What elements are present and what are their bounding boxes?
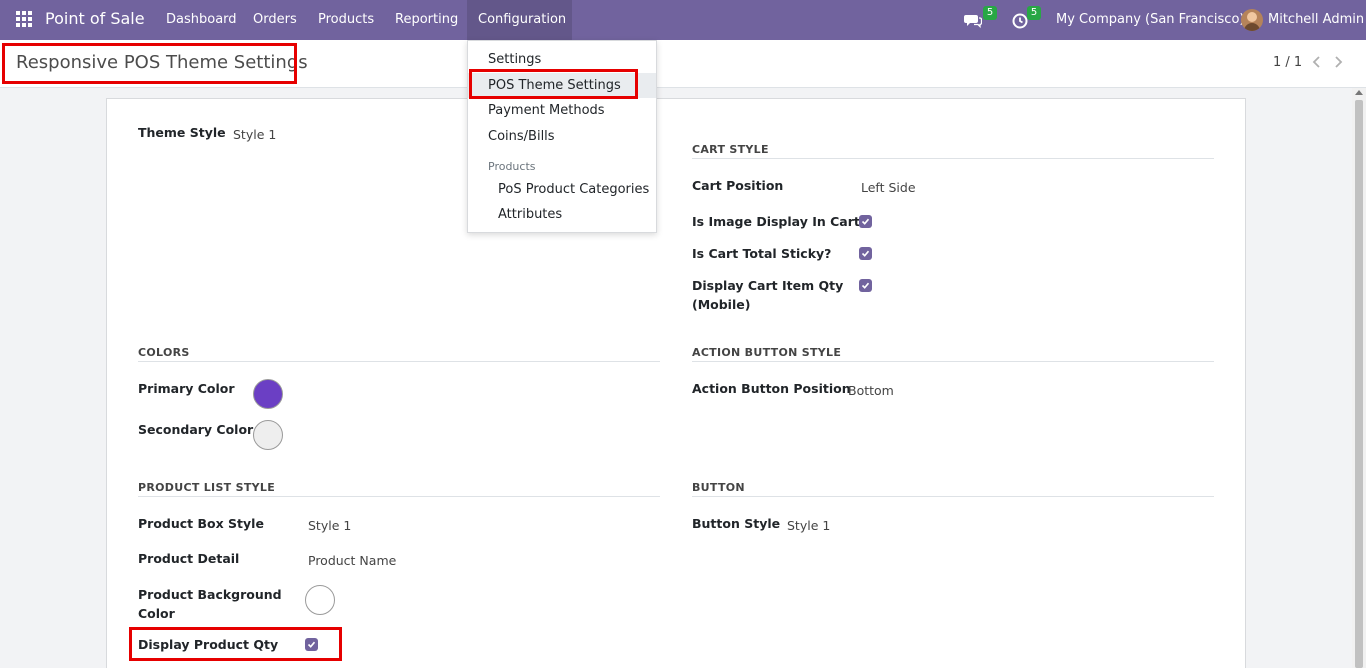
product-bg-color-swatch[interactable] <box>305 585 335 615</box>
action-button-position-label: Action Button Position <box>692 381 851 396</box>
cart-item-qty-label-line2: (Mobile) <box>692 297 751 312</box>
colors-divider <box>138 361 660 362</box>
primary-color-label: Primary Color <box>138 381 235 396</box>
product-detail-field[interactable]: Product Name <box>308 553 396 568</box>
button-style-field[interactable]: Style 1 <box>787 518 830 533</box>
secondary-color-swatch[interactable] <box>253 420 283 450</box>
title-highlight-box <box>2 43 297 84</box>
cart-style-divider <box>692 158 1214 159</box>
dropdown-item-payment-methods[interactable]: Payment Methods <box>488 103 605 118</box>
image-display-checkbox[interactable] <box>859 215 872 228</box>
apps-grid-icon[interactable] <box>16 11 32 27</box>
action-button-style-divider <box>692 361 1214 362</box>
action-button-position-field[interactable]: Bottom <box>848 383 894 398</box>
messages-count-badge: 5 <box>983 6 997 20</box>
product-box-style-field[interactable]: Style 1 <box>308 518 351 533</box>
user-menu[interactable]: Mitchell Admin <box>1268 12 1364 27</box>
page-scrollbar[interactable] <box>1352 88 1366 668</box>
product-bg-color-label-line1: Product Background <box>138 587 282 602</box>
button-divider <box>692 496 1214 497</box>
form-sheet: Theme Style Style 1 CART STYLE Cart Posi… <box>106 98 1246 668</box>
menu-configuration[interactable]: Configuration <box>478 12 566 27</box>
menu-dashboard[interactable]: Dashboard <box>166 12 237 27</box>
avatar[interactable] <box>1241 9 1263 31</box>
scroll-up-arrow-icon[interactable] <box>1355 90 1363 95</box>
cart-position-label: Cart Position <box>692 178 784 193</box>
theme-style-label: Theme Style <box>138 125 226 140</box>
chevron-right-icon[interactable] <box>1331 54 1345 70</box>
app-name[interactable]: Point of Sale <box>45 9 145 28</box>
display-qty-highlight-box <box>129 627 342 661</box>
product-box-style-label: Product Box Style <box>138 516 264 531</box>
cart-style-section: CART STYLE <box>692 143 769 156</box>
button-style-label: Button Style <box>692 516 781 531</box>
chevron-left-icon[interactable] <box>1310 54 1324 70</box>
activities-count-badge: 5 <box>1027 6 1041 20</box>
dropdown-item-coins-bills[interactable]: Coins/Bills <box>488 129 555 144</box>
dropdown-item-pos-product-categories[interactable]: PoS Product Categories <box>498 182 649 197</box>
scroll-thumb[interactable] <box>1355 100 1363 668</box>
menu-highlight-box <box>469 69 638 99</box>
product-detail-label: Product Detail <box>138 551 240 566</box>
secondary-color-label: Secondary Color <box>138 422 254 437</box>
total-sticky-label: Is Cart Total Sticky? <box>692 246 832 261</box>
primary-color-swatch[interactable] <box>253 379 283 409</box>
action-button-style-section: ACTION BUTTON STYLE <box>692 346 842 359</box>
theme-style-field[interactable]: Style 1 <box>233 127 276 142</box>
colors-section: COLORS <box>138 346 190 359</box>
total-sticky-checkbox[interactable] <box>859 247 872 260</box>
cart-position-field[interactable]: Left Side <box>861 180 916 195</box>
cart-item-qty-label-line1: Display Cart Item Qty <box>692 278 844 293</box>
menu-orders[interactable]: Orders <box>253 12 297 27</box>
dropdown-products-header: Products <box>488 160 536 173</box>
dropdown-item-attributes[interactable]: Attributes <box>498 207 562 222</box>
image-display-label: Is Image Display In Cart? <box>692 214 868 229</box>
top-navbar: Point of Sale Dashboard Orders Products … <box>0 0 1366 40</box>
menu-products[interactable]: Products <box>318 12 374 27</box>
pager-value[interactable]: 1 / 1 <box>1273 55 1302 70</box>
dropdown-item-settings[interactable]: Settings <box>488 52 541 67</box>
product-bg-color-label-line2: Color <box>138 606 175 621</box>
menu-reporting[interactable]: Reporting <box>395 12 458 27</box>
chat-icon[interactable] <box>964 11 982 29</box>
company-switcher[interactable]: My Company (San Francisco) <box>1056 12 1244 27</box>
product-list-style-section: PRODUCT LIST STYLE <box>138 481 276 494</box>
button-section: BUTTON <box>692 481 745 494</box>
cart-item-qty-checkbox[interactable] <box>859 279 872 292</box>
product-list-style-divider <box>138 496 660 497</box>
